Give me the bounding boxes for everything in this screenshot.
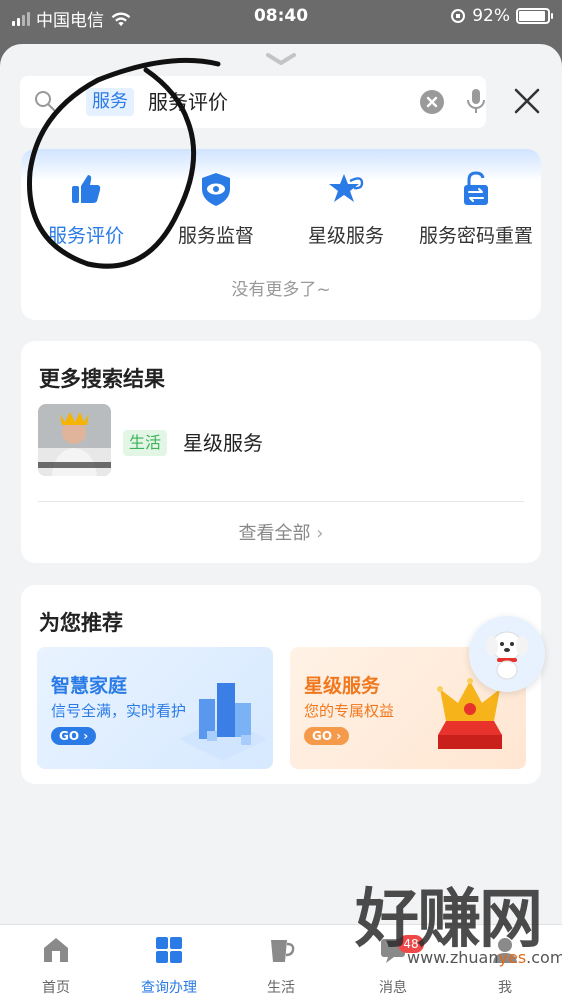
status-bar: 中国电信 08:40 92%: [0, 0, 562, 34]
tab-messages[interactable]: 48 消息: [348, 935, 438, 997]
go-label: GO: [59, 729, 80, 743]
grid-icon: [156, 937, 182, 963]
orientation-lock-icon: [451, 9, 466, 23]
more-results-card: 更多搜索结果 生活 星级服务 查看全部 ›: [21, 341, 541, 563]
recommend-heading: 为您推荐: [39, 611, 123, 635]
service-item-star[interactable]: 星级服务: [281, 169, 411, 248]
result-thumbnail[interactable]: [38, 404, 111, 476]
view-all-link[interactable]: 查看全部 ›: [21, 519, 541, 545]
divider: [38, 501, 524, 502]
go-label: GO: [312, 729, 333, 743]
life-category-tag: 生活: [123, 430, 168, 456]
promo-subtitle: 您的专属权益: [304, 702, 395, 720]
close-icon[interactable]: [512, 86, 542, 116]
tab-home[interactable]: 首页: [11, 935, 101, 997]
promo-title: 星级服务: [304, 675, 381, 697]
go-button[interactable]: GO ›: [51, 727, 97, 745]
tab-label: 我: [498, 980, 512, 996]
service-item-supervision[interactable]: 服务监督: [151, 169, 281, 248]
smart-home-buildings-illustration: [179, 683, 267, 761]
tab-life[interactable]: 生活: [236, 935, 326, 997]
unlock-icon: [464, 171, 488, 205]
recommend-card: 为您推荐 智慧家庭 信号全满，实时看护 GO › 星级服务 您的专属权益 GO …: [21, 585, 541, 784]
search-category-tag[interactable]: 服务: [86, 88, 134, 116]
go-button[interactable]: GO ›: [304, 727, 350, 745]
service-label: 服务评价: [47, 225, 124, 247]
home-icon: [44, 938, 68, 962]
star-icon: [329, 174, 364, 202]
tab-query[interactable]: 查询办理: [124, 935, 214, 997]
cup-icon: [271, 940, 295, 962]
more-results-heading: 更多搜索结果: [39, 367, 165, 391]
collapse-handle-icon[interactable]: [265, 52, 297, 66]
tab-label: 查询办理: [141, 980, 197, 996]
search-input[interactable]: 服务评价: [148, 88, 228, 116]
bottom-tab-bar: 首页 查询办理 生活 48 消息 我: [0, 924, 562, 999]
dog-mascot-icon: [486, 631, 528, 680]
service-item-evaluation[interactable]: 服务评价: [21, 169, 151, 248]
search-sheet: 服务 服务评价 服务评价 服务监督 星级服务 服务密码重置 没有更多了~ 更多搜…: [0, 44, 562, 999]
user-icon: [493, 938, 517, 963]
tab-label: 首页: [42, 980, 70, 996]
search-icon: [35, 91, 55, 111]
battery-percent: 92%: [472, 6, 510, 26]
battery-icon: [516, 8, 553, 24]
service-item-password-reset[interactable]: 服务密码重置: [411, 169, 541, 248]
view-all-label: 查看全部: [238, 523, 311, 544]
eye-shield-icon: [202, 173, 230, 206]
tab-me[interactable]: 我: [460, 935, 550, 997]
search-bar[interactable]: 服务 服务评价: [20, 76, 486, 128]
tab-label: 生活: [267, 980, 295, 996]
service-label: 星级服务: [307, 225, 384, 247]
assistant-mascot-button[interactable]: [469, 616, 545, 692]
battery-fill: [519, 11, 545, 21]
service-label: 服务密码重置: [418, 225, 533, 247]
microphone-icon[interactable]: [465, 87, 487, 115]
promo-title: 智慧家庭: [51, 675, 128, 697]
service-results-card: 服务评价 服务监督 星级服务 服务密码重置 没有更多了~: [21, 149, 541, 320]
clear-search-button[interactable]: [420, 90, 444, 114]
service-label: 服务监督: [177, 225, 254, 247]
chevron-right-icon: ›: [316, 523, 324, 544]
result-title[interactable]: 星级服务: [183, 427, 263, 456]
promo-smart-home[interactable]: 智慧家庭 信号全满，实时看护 GO ›: [37, 647, 273, 769]
tab-label: 消息: [379, 980, 407, 996]
clear-icon: [426, 96, 438, 108]
thumbs-up-icon: [72, 175, 101, 203]
promo-subtitle: 信号全满，实时看护: [51, 702, 187, 720]
no-more-label: 没有更多了~: [231, 280, 331, 300]
person-thumbnail-image: [38, 404, 111, 476]
message-badge: 48: [398, 935, 424, 953]
